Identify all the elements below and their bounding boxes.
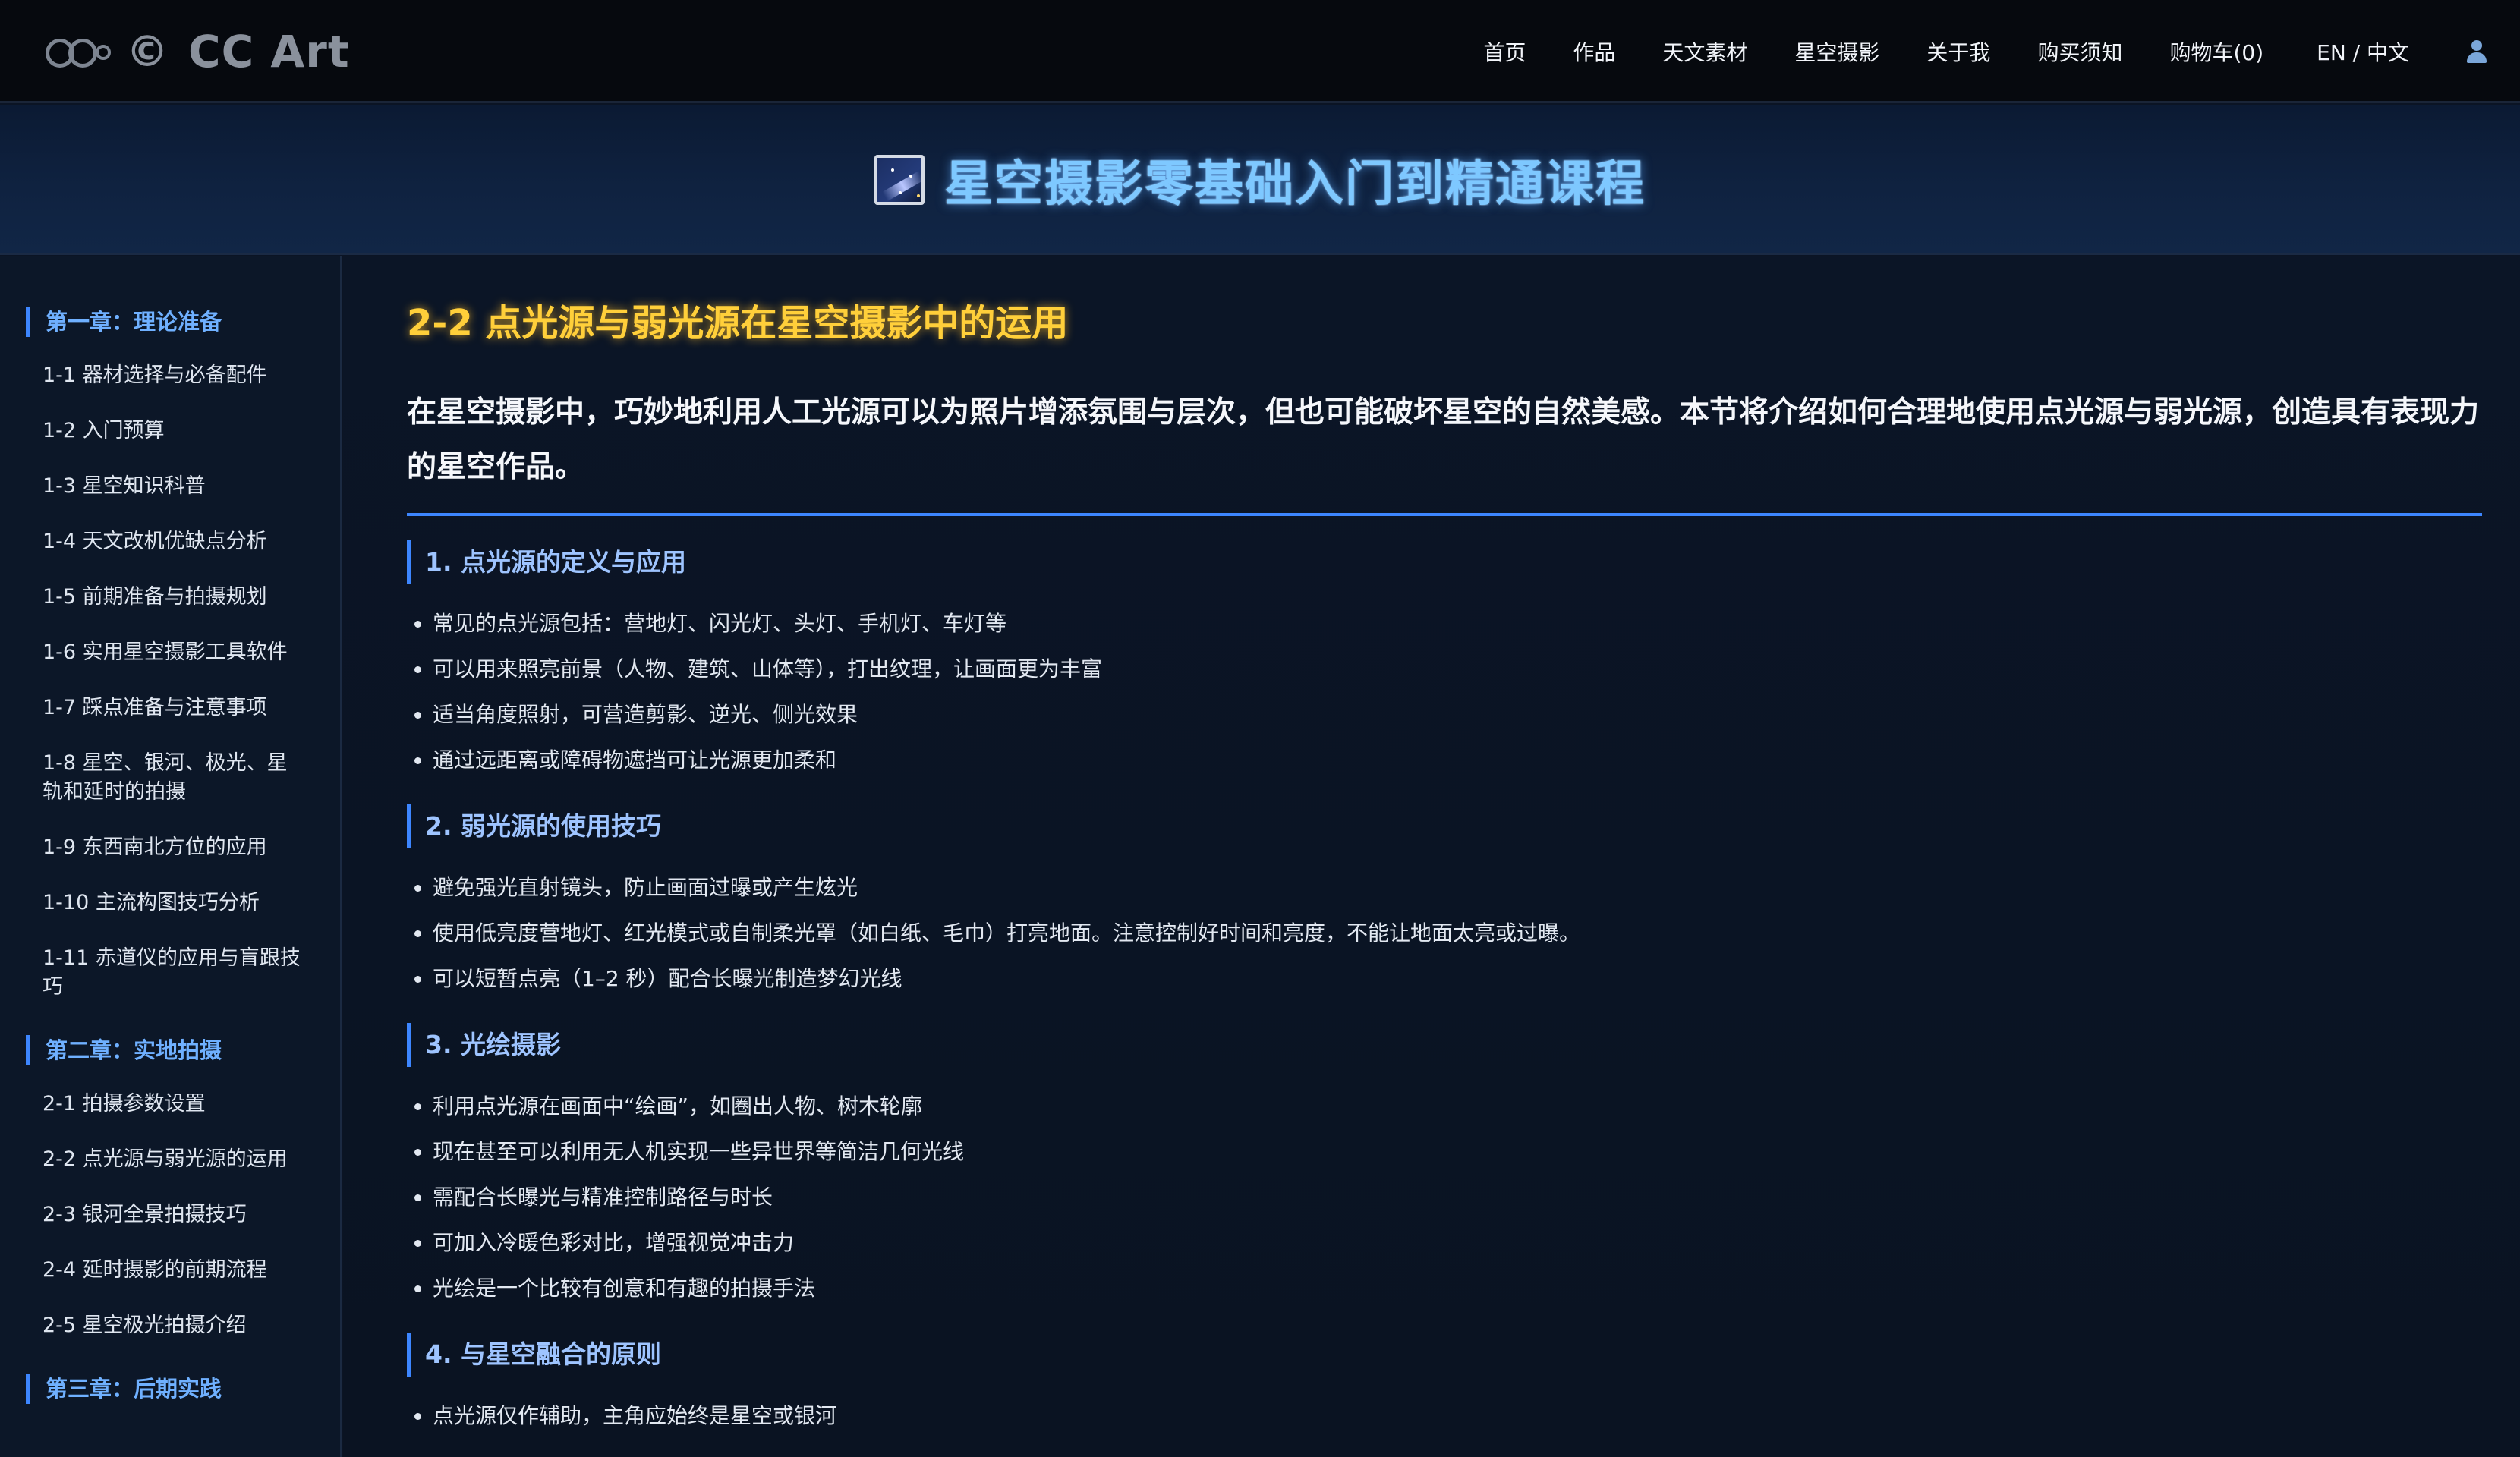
sidebar-item-2-1[interactable]: 2-1 拍摄参数设置	[43, 1090, 301, 1119]
sidebar-item-1-2[interactable]: 1-2 入门预算	[43, 417, 301, 445]
sidebar-item-1-4[interactable]: 1-4 天文改机优缺点分析	[43, 527, 301, 556]
list-item: 适当角度照射，可营造剪影、逆光、侧光效果	[407, 692, 2482, 738]
list-item: 现在甚至可以利用无人机实现一些异世界等简洁几何光线	[407, 1129, 2482, 1175]
list-item: 点光源仅作辅助，主角应始终是星空或银河	[407, 1393, 2482, 1439]
site-logo[interactable]: © CC Art	[46, 21, 350, 82]
lesson-content: 2-2 点光源与弱光源在星空摄影中的运用 在星空摄影中，巧妙地利用人工光源可以为…	[343, 256, 2520, 1457]
list-item: 光绘是一个比较有创意和有趣的拍摄手法	[407, 1266, 2482, 1311]
sidebar-item-1-6[interactable]: 1-6 实用星空摄影工具软件	[43, 638, 301, 667]
sidebar-item-2-2[interactable]: 2-2 点光源与弱光源的运用	[43, 1145, 301, 1174]
main-nav: 首页 作品 天文素材 星空摄影 关于我 购买须知 购物车(0) EN / 中文	[1436, 0, 2490, 103]
sidebar-item-2-3[interactable]: 2-3 银河全景拍摄技巧	[43, 1201, 301, 1229]
chapter-heading[interactable]: 第三章：后期实践	[26, 1374, 340, 1404]
chapter-sidebar: 第一章：理论准备 1-1 器材选择与必备配件 1-2 入门预算 1-3 星空知识…	[0, 256, 342, 1457]
section-heading: 4. 与星空融合的原则	[407, 1333, 2482, 1377]
bullet-list: 常见的点光源包括：营地灯、闪光灯、头灯、手机灯、车灯等 可以用来照亮前景（人物、…	[407, 601, 2482, 783]
list-item: 可以用来照亮前景（人物、建筑、山体等），打出纹理，让画面更为丰富	[407, 647, 2482, 692]
nav-purchase-notice[interactable]: 购买须知	[2037, 36, 2122, 67]
top-navbar: © CC Art 首页 作品 天文素材 星空摄影 关于我 购买须知 购物车(0)…	[0, 0, 2520, 103]
nav-astro-materials[interactable]: 天文素材	[1662, 36, 1747, 67]
nav-home[interactable]: 首页	[1483, 36, 1526, 67]
sidebar-item-1-9[interactable]: 1-9 东西南北方位的应用	[43, 833, 301, 862]
list-item: 常见的点光源包括：营地灯、闪光灯、头灯、手机灯、车灯等	[407, 601, 2482, 647]
bullet-list: 利用点光源在画面中“绘画”，如圈出人物、树木轮廓 现在甚至可以利用无人机实现一些…	[407, 1084, 2482, 1311]
logo-copyright-symbol: ©	[126, 27, 169, 77]
list-item: 可加入冷暖色彩对比，增强视觉冲击力	[407, 1220, 2482, 1266]
language-switch[interactable]: EN / 中文	[2317, 36, 2409, 67]
course-title: 星空摄影零基础入门到精通课程	[944, 156, 1646, 212]
logo-text: CC Art	[188, 26, 350, 77]
nav-star-photography[interactable]: 星空摄影	[1794, 36, 1879, 67]
sidebar-item-2-4[interactable]: 2-4 延时摄影的前期流程	[43, 1256, 301, 1285]
sidebar-item-1-5[interactable]: 1-5 前期准备与拍摄规划	[43, 583, 301, 612]
nav-about[interactable]: 关于我	[1926, 36, 1990, 67]
chapter-heading[interactable]: 第二章：实地拍摄	[26, 1035, 340, 1065]
list-item: 利用点光源在画面中“绘画”，如圈出人物、树木轮廓	[407, 1084, 2482, 1129]
nav-works[interactable]: 作品	[1573, 36, 1615, 67]
sidebar-item-1-7[interactable]: 1-7 踩点准备与注意事项	[43, 694, 301, 722]
sidebar-item-1-1[interactable]: 1-1 器材选择与必备配件	[43, 361, 301, 390]
section-heading: 1. 点光源的定义与应用	[407, 540, 2482, 584]
lesson-intro: 在星空摄影中，巧妙地利用人工光源可以为照片增添氛围与层次，但也可能破坏星空的自然…	[407, 385, 2482, 516]
sidebar-item-1-8[interactable]: 1-8 星空、银河、极光、星轨和延时的拍摄	[43, 749, 301, 807]
sidebar-item-1-3[interactable]: 1-3 星空知识科普	[43, 472, 301, 501]
bullet-list: 点光源仅作辅助，主角应始终是星空或银河	[407, 1393, 2482, 1439]
section-heading: 3. 光绘摄影	[407, 1023, 2482, 1067]
list-item: 需配合长曝光与精准控制路径与时长	[407, 1175, 2482, 1220]
sidebar-item-2-5[interactable]: 2-5 星空极光拍摄介绍	[43, 1311, 301, 1340]
lesson-title: 2-2 点光源与弱光源在星空摄影中的运用	[407, 302, 1069, 345]
sidebar-item-1-11[interactable]: 1-11 赤道仪的应用与盲跟技巧	[43, 944, 301, 1002]
course-banner: 星空摄影零基础入门到精通课程	[0, 105, 2520, 255]
chapter-heading[interactable]: 第一章：理论准备	[26, 307, 340, 337]
list-item: 通过远距离或障碍物遮挡可让光源更加柔和	[407, 738, 2482, 783]
sidebar-item-1-10[interactable]: 1-10 主流构图技巧分析	[43, 889, 301, 917]
list-item: 使用低亮度营地灯、红光模式或自制柔光罩（如白纸、毛巾）打亮地面。注意控制好时间和…	[407, 911, 2482, 956]
section-heading: 2. 弱光源的使用技巧	[407, 804, 2482, 848]
list-item: 避免强光直射镜头，防止画面过曝或产生炫光	[407, 865, 2482, 911]
bullet-list: 避免强光直射镜头，防止画面过曝或产生炫光 使用低亮度营地灯、红光模式或自制柔光罩…	[407, 865, 2482, 1002]
nav-cart[interactable]: 购物车(0)	[2169, 36, 2263, 67]
logo-circles-icon	[46, 33, 111, 71]
list-item: 可以短暂点亮（1–2 秒）配合长曝光制造梦幻光线	[407, 956, 2482, 1002]
milky-way-icon	[874, 154, 925, 205]
user-icon[interactable]	[2464, 39, 2490, 65]
